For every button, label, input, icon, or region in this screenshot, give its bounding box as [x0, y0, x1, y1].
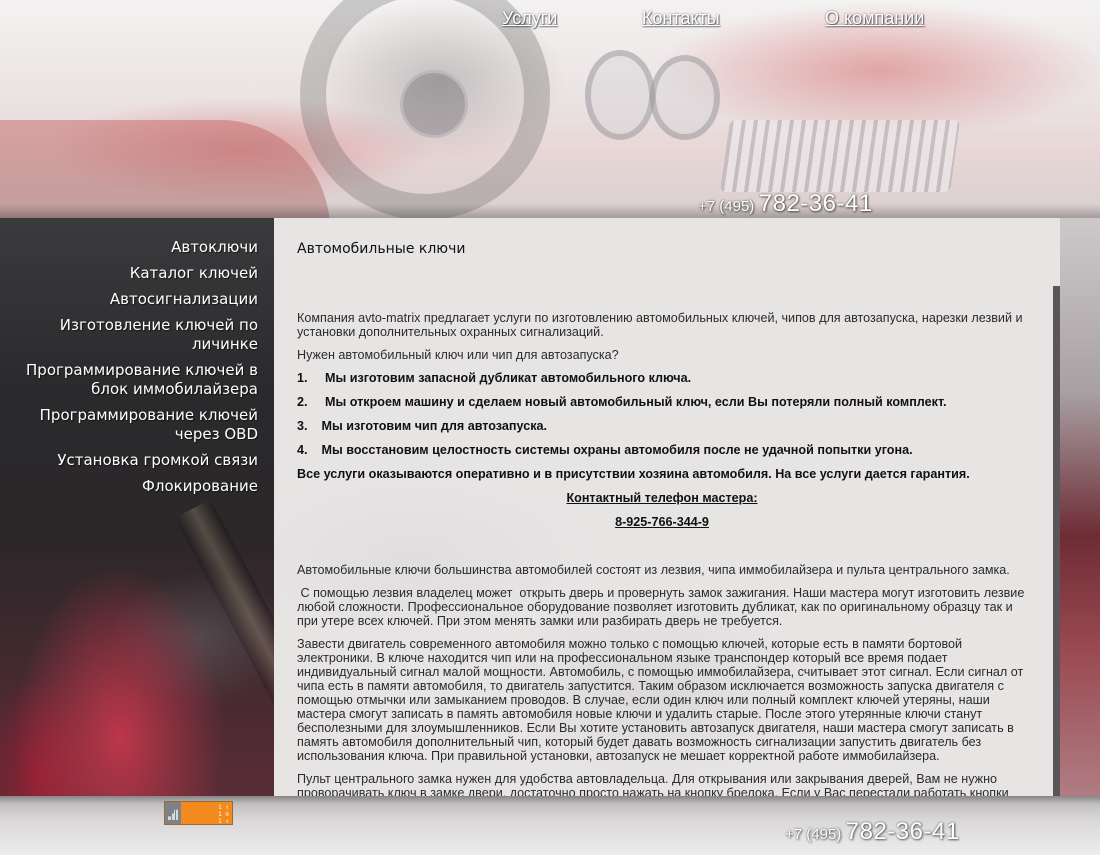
service-item: 4. Мы восстановим целостность системы ох… [297, 443, 913, 457]
sidebar-menu: Автоключи Каталог ключей Автосигнализаци… [0, 218, 274, 496]
sidebar-item-flocking[interactable]: Флокирование [0, 477, 258, 496]
service-item: 2. Мы откроем машину и сделаем новый авт… [297, 395, 947, 409]
nav-link-services[interactable]: Услуги [502, 8, 557, 29]
sidebar-item-immobilizer-programming[interactable]: Программирование ключей в блок иммобилай… [0, 361, 258, 399]
phone-number: 782-36-41 [758, 190, 873, 217]
sidebar-seat-image [175, 499, 274, 757]
content-panel[interactable]: Автомобильные ключи Компания avto-matrix… [274, 218, 1060, 796]
body-paragraph: Пульт центрального замка нужен для удобс… [297, 772, 1009, 796]
phone-code: +7 (495) [698, 198, 755, 215]
footer-phone: +7 (495) 782-36-41 [785, 818, 960, 846]
service-item: 1. Мы изготовим запасной дубликат автомо… [297, 371, 692, 385]
body-paragraph: Завести двигатель современного автомобил… [297, 637, 1024, 763]
header-air-vent-image [719, 120, 961, 192]
visit-counter-badge[interactable]: 1 ↑ 1 ⊙ 1 ↑ [164, 801, 233, 825]
counter-line: 1 ↑ [218, 804, 229, 811]
sidebar-item-handsfree[interactable]: Установка громкой связи [0, 451, 258, 470]
contact-phone: 8-925-766-344-9 [615, 515, 709, 529]
content-scrollbar[interactable] [1053, 286, 1060, 796]
counter-line: 1 ↑ [218, 818, 229, 825]
contact-label: Контактный телефон мастера: [566, 491, 758, 505]
body-paragraph: Автомобильные ключи большинства автомоби… [297, 563, 1010, 577]
guarantee-text: Все услуги оказываются оперативно и в пр… [297, 467, 970, 481]
page-title: Автомобильные ключи [297, 241, 466, 257]
sidebar-item-obd-programming[interactable]: Программирование ключей через OBD [0, 406, 258, 444]
sidebar-item-autokeys[interactable]: Автоключи [0, 238, 258, 257]
header-phone: +7 (495) 782-36-41 [698, 190, 873, 218]
main-content: Автомобильные ключи Компания avto-matrix… [297, 242, 1027, 796]
header-gauge-image [650, 55, 720, 140]
header-banner: Услуги Контакты О компании [0, 0, 1100, 218]
header-gauge-image [585, 50, 655, 140]
header-shadow [0, 204, 1100, 218]
service-item: 3. Мы изготовим чип для автозапуска. [297, 419, 548, 433]
sidebar: Автоключи Каталог ключей Автосигнализаци… [0, 218, 274, 796]
top-nav: Услуги Контакты О компании [0, 8, 1100, 34]
phone-code: +7 (495) [785, 826, 842, 843]
sidebar-item-key-catalog[interactable]: Каталог ключей [0, 264, 258, 283]
body-paragraph: С помощью лезвия владелец может открыть … [297, 586, 1028, 628]
intro-paragraph: Компания avto-matrix предлагает услуги п… [297, 311, 1023, 339]
nav-link-about[interactable]: О компании [825, 8, 924, 29]
phone-number: 782-36-41 [845, 818, 960, 845]
counter-digits: 1 ↑ 1 ⊙ 1 ↑ [218, 804, 229, 825]
sidebar-item-car-alarms[interactable]: Автосигнализации [0, 290, 258, 309]
right-background-image [1060, 218, 1100, 796]
header-steering-hub-logo [400, 70, 468, 138]
bar-chart-icon [168, 809, 178, 820]
counter-line: 1 ⊙ [218, 811, 229, 818]
sidebar-item-keys-by-lock[interactable]: Изготовление ключей по личинке [0, 316, 258, 354]
question-paragraph: Нужен автомобильный ключ или чип для авт… [297, 348, 619, 362]
nav-link-contacts[interactable]: Контакты [642, 8, 720, 29]
